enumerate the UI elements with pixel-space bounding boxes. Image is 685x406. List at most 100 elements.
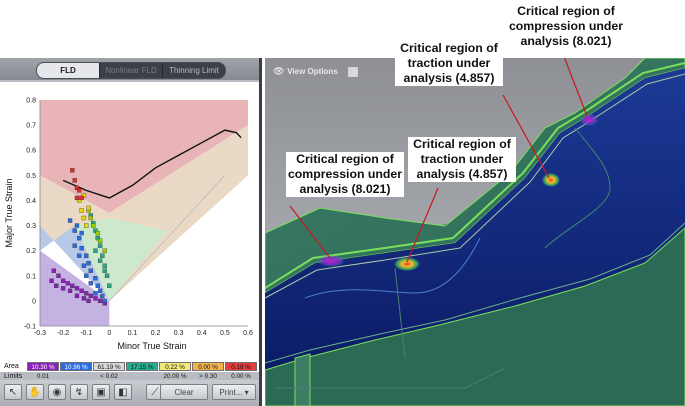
3d-view-panel[interactable]: 👁 View Options (265, 58, 685, 406)
eraser-icon[interactable]: ◧ (114, 384, 132, 400)
strain-point (77, 235, 82, 241)
legend-limit-cell: 0.00 % (231, 373, 251, 380)
strain-point (65, 281, 70, 286)
legend-area-label: Area (4, 363, 19, 370)
strain-point (56, 273, 61, 278)
strain-point (88, 215, 93, 221)
x-tick-label: -0.2 (57, 330, 69, 337)
y-tick-label: 0.5 (26, 173, 36, 180)
callout-line: Critical region of (296, 152, 394, 166)
strain-point (70, 283, 75, 288)
legend-limit-cell: < 0.02 (100, 373, 118, 380)
strain-point (81, 215, 87, 221)
callout-line: analysis (8.021) (520, 34, 612, 48)
callout-compression-left: Critical region of compression under ana… (286, 152, 404, 197)
legend-limit-cell: 20.00 % (163, 373, 187, 380)
tab-nonlinear-fld[interactable]: Nonlinear FLD (100, 63, 163, 78)
strain-point (54, 283, 59, 288)
strain-point (77, 253, 82, 258)
x-tick-label: -0.3 (34, 330, 46, 337)
y-axis-label: Major True Strain (4, 178, 14, 247)
target-icon[interactable]: ◉ (48, 384, 66, 400)
tab-fld[interactable]: FLD (37, 63, 100, 78)
legend-limits-label: Limits (4, 373, 23, 380)
clear-button[interactable]: Clear (160, 384, 208, 400)
strain-point (67, 288, 73, 293)
legend-limit-cell: > 0.30 (199, 373, 217, 380)
callout-line: traction under (420, 152, 504, 166)
callout-line: traction under (407, 56, 491, 70)
legend-area-cell: 0.22 % (159, 362, 191, 371)
strain-point (84, 253, 89, 258)
callout-line: Critical region of (400, 41, 498, 55)
strain-point (88, 268, 93, 273)
callout-line: analysis (4.857) (403, 71, 495, 85)
view-options-button[interactable]: 👁 View Options (273, 64, 358, 78)
fld-tab-bar: FLD Nonlinear FLD Thinning Limit (0, 58, 259, 80)
strain-point (102, 298, 107, 304)
strain-point (97, 298, 103, 304)
strain-point (93, 276, 98, 281)
strain-point (74, 223, 80, 228)
strain-point (72, 228, 77, 233)
strain-point (86, 205, 91, 211)
callout-line: Critical region of (413, 137, 511, 151)
strain-point (97, 288, 103, 293)
y-tick-label: 0.4 (26, 198, 36, 205)
strain-point (79, 246, 84, 251)
y-tick-label: -0.1 (24, 324, 36, 331)
y-tick-label: 0.2 (26, 248, 36, 255)
fld-chart: -0.3 -0.2 -0.1 0 0.1 0.2 0.3 0.4 0.5 0.6 -0.1 0 0.1 0… (0, 82, 259, 372)
strain-point (93, 248, 98, 253)
callout-traction-middle: Critical region of traction under analys… (408, 137, 516, 182)
legend-area-cell: 10.96 % (60, 362, 92, 371)
callout-compression-right: Critical region of compression under ana… (506, 4, 626, 49)
print-label: Print... (219, 388, 243, 397)
strain-point (67, 218, 73, 223)
callout-line: analysis (8.021) (299, 182, 391, 196)
legend-limit-cell (126, 372, 158, 381)
x-tick-label: 0.6 (243, 330, 253, 337)
eye-icon: 👁 (273, 66, 285, 76)
x-tick-label: -0.1 (80, 330, 92, 337)
strain-point (93, 296, 98, 301)
3d-part-render[interactable] (265, 58, 685, 406)
callout-line: analysis (4.857) (416, 167, 508, 181)
y-tick-label: 0.1 (26, 273, 36, 280)
strain-point (84, 223, 89, 228)
hand-icon[interactable]: ✋ (26, 384, 44, 400)
x-tick-label: 0.3 (174, 330, 184, 337)
strain-point (74, 293, 80, 299)
strain-point (102, 268, 107, 273)
legend-limit-cell (60, 372, 92, 381)
fld-tab-group: FLD Nonlinear FLD Thinning Limit (36, 62, 226, 79)
strain-point (79, 208, 84, 213)
callout-line: compression under (508, 19, 624, 33)
curve-icon[interactable]: ↯ (70, 384, 88, 400)
fld-panel: FLD Nonlinear FLD Thinning Limit -0.3 -0.… (0, 58, 262, 406)
legend-area-cell: 0.00 % (192, 362, 224, 371)
legend-limits-row: Limits 0.01 < 0.02 20.00 % > 0.30 0.00 % (0, 372, 259, 382)
print-button[interactable]: Print... ▾ (212, 384, 256, 400)
strain-point (74, 195, 80, 201)
tab-thinning-limit[interactable]: Thinning Limit (163, 63, 225, 78)
strain-point (95, 283, 100, 288)
stamp-icon[interactable]: ▣ (92, 384, 110, 400)
strain-point (107, 283, 112, 288)
callout-traction-top: Critical region of traction under analys… (395, 41, 503, 86)
x-tick-label: 0 (107, 330, 111, 337)
pointer-icon[interactable]: ↖ (4, 384, 22, 400)
callout-line: Critical region of (517, 4, 615, 18)
view-options-label: View Options (287, 67, 338, 76)
strain-point (97, 238, 103, 243)
pin-icon[interactable] (348, 66, 358, 77)
strain-point (60, 286, 66, 291)
strain-point (79, 230, 84, 236)
strain-point (81, 263, 87, 268)
x-tick-label: 0.4 (197, 330, 207, 337)
strain-point (86, 298, 91, 304)
strain-point (91, 223, 96, 228)
strain-point (60, 278, 66, 283)
strain-point (93, 291, 98, 296)
legend-area-cell: 61.19 % (93, 362, 125, 371)
